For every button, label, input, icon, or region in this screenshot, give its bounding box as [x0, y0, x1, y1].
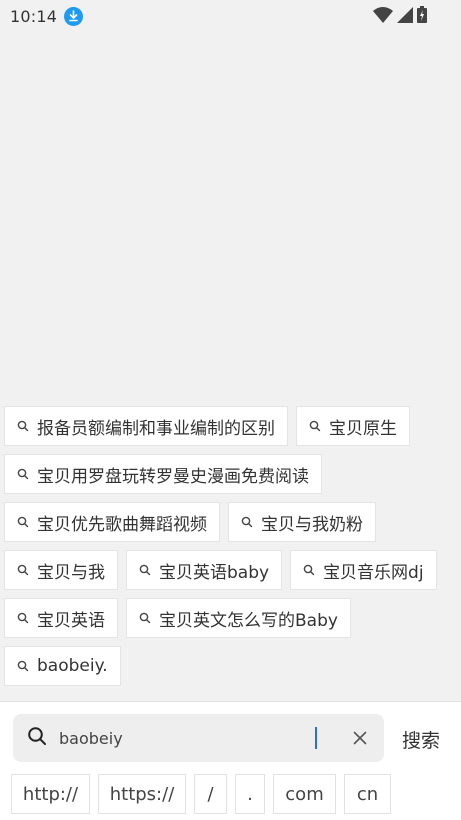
signal-icon — [397, 6, 413, 27]
wifi-icon — [373, 6, 393, 27]
status-time: 10:14 — [10, 6, 58, 26]
search-icon — [303, 564, 315, 576]
search-box[interactable] — [13, 714, 384, 762]
suggestion-list: 报备员额编制和事业编制的区别 宝贝原生 宝贝用罗盘玩转罗曼史漫画免费阅读 宝贝优… — [4, 406, 456, 686]
suggestion-text: 宝贝用罗盘玩转罗曼史漫画免费阅读 — [37, 466, 309, 487]
suggestion-chip[interactable]: 宝贝用罗盘玩转罗曼史漫画免费阅读 — [4, 454, 322, 494]
search-icon — [17, 612, 29, 624]
search-icon — [17, 516, 29, 528]
search-button[interactable]: 搜索 — [402, 726, 440, 753]
status-icons — [373, 6, 427, 27]
search-icon — [17, 468, 29, 480]
url-shortcut-row: http:// https:// / . com cn — [11, 774, 391, 814]
search-icon — [139, 564, 151, 576]
suggestion-chip[interactable]: 宝贝优先歌曲舞蹈视频 — [4, 502, 220, 542]
suggestion-chip[interactable]: 宝贝与我 — [4, 550, 118, 590]
suggestion-chip[interactable]: baobeiy. — [4, 646, 121, 686]
search-icon — [27, 726, 47, 750]
suggestion-text: 宝贝英文怎么写的Baby — [159, 610, 338, 631]
search-icon — [17, 660, 29, 672]
suggestion-text: 宝贝与我 — [37, 562, 105, 583]
suggestion-chip[interactable]: 宝贝音乐网dj — [290, 550, 437, 590]
clear-icon[interactable] — [350, 728, 370, 748]
shortcut-key[interactable]: / — [194, 774, 227, 814]
search-icon — [17, 564, 29, 576]
shortcut-key[interactable]: cn — [344, 774, 391, 814]
suggestion-text: 宝贝英语 — [37, 610, 105, 631]
suggestion-text: baobeiy. — [37, 656, 108, 676]
suggestion-chip[interactable]: 宝贝原生 — [296, 406, 410, 446]
suggestion-text: 宝贝原生 — [329, 418, 397, 439]
suggestion-text: 宝贝优先歌曲舞蹈视频 — [37, 514, 207, 535]
suggestion-chip[interactable]: 宝贝英语 — [4, 598, 118, 638]
suggestion-text: 报备员额编制和事业编制的区别 — [37, 418, 275, 439]
battery-charging-icon — [417, 6, 427, 27]
shortcut-key[interactable]: . — [235, 774, 265, 814]
search-icon — [17, 420, 29, 432]
suggestion-chip[interactable]: 宝贝英文怎么写的Baby — [126, 598, 351, 638]
suggestion-text: 宝贝音乐网dj — [323, 562, 424, 583]
suggestion-chip[interactable]: 报备员额编制和事业编制的区别 — [4, 406, 288, 446]
search-icon — [139, 612, 151, 624]
text-cursor — [315, 727, 317, 749]
status-bar: 10:14 — [0, 0, 461, 32]
shortcut-key[interactable]: http:// — [11, 774, 90, 814]
suggestion-text: 宝贝与我奶粉 — [261, 514, 363, 535]
suggestion-chip[interactable]: 宝贝英语baby — [126, 550, 283, 590]
search-icon — [241, 516, 253, 528]
suggestion-text: 宝贝英语baby — [159, 562, 270, 583]
search-input[interactable] — [59, 728, 319, 748]
shortcut-key[interactable]: https:// — [98, 774, 186, 814]
download-icon — [64, 6, 84, 26]
search-panel: 搜索 http:// https:// / . com cn — [0, 701, 461, 820]
suggestion-chip[interactable]: 宝贝与我奶粉 — [228, 502, 376, 542]
shortcut-key[interactable]: com — [273, 774, 336, 814]
search-icon — [309, 420, 321, 432]
